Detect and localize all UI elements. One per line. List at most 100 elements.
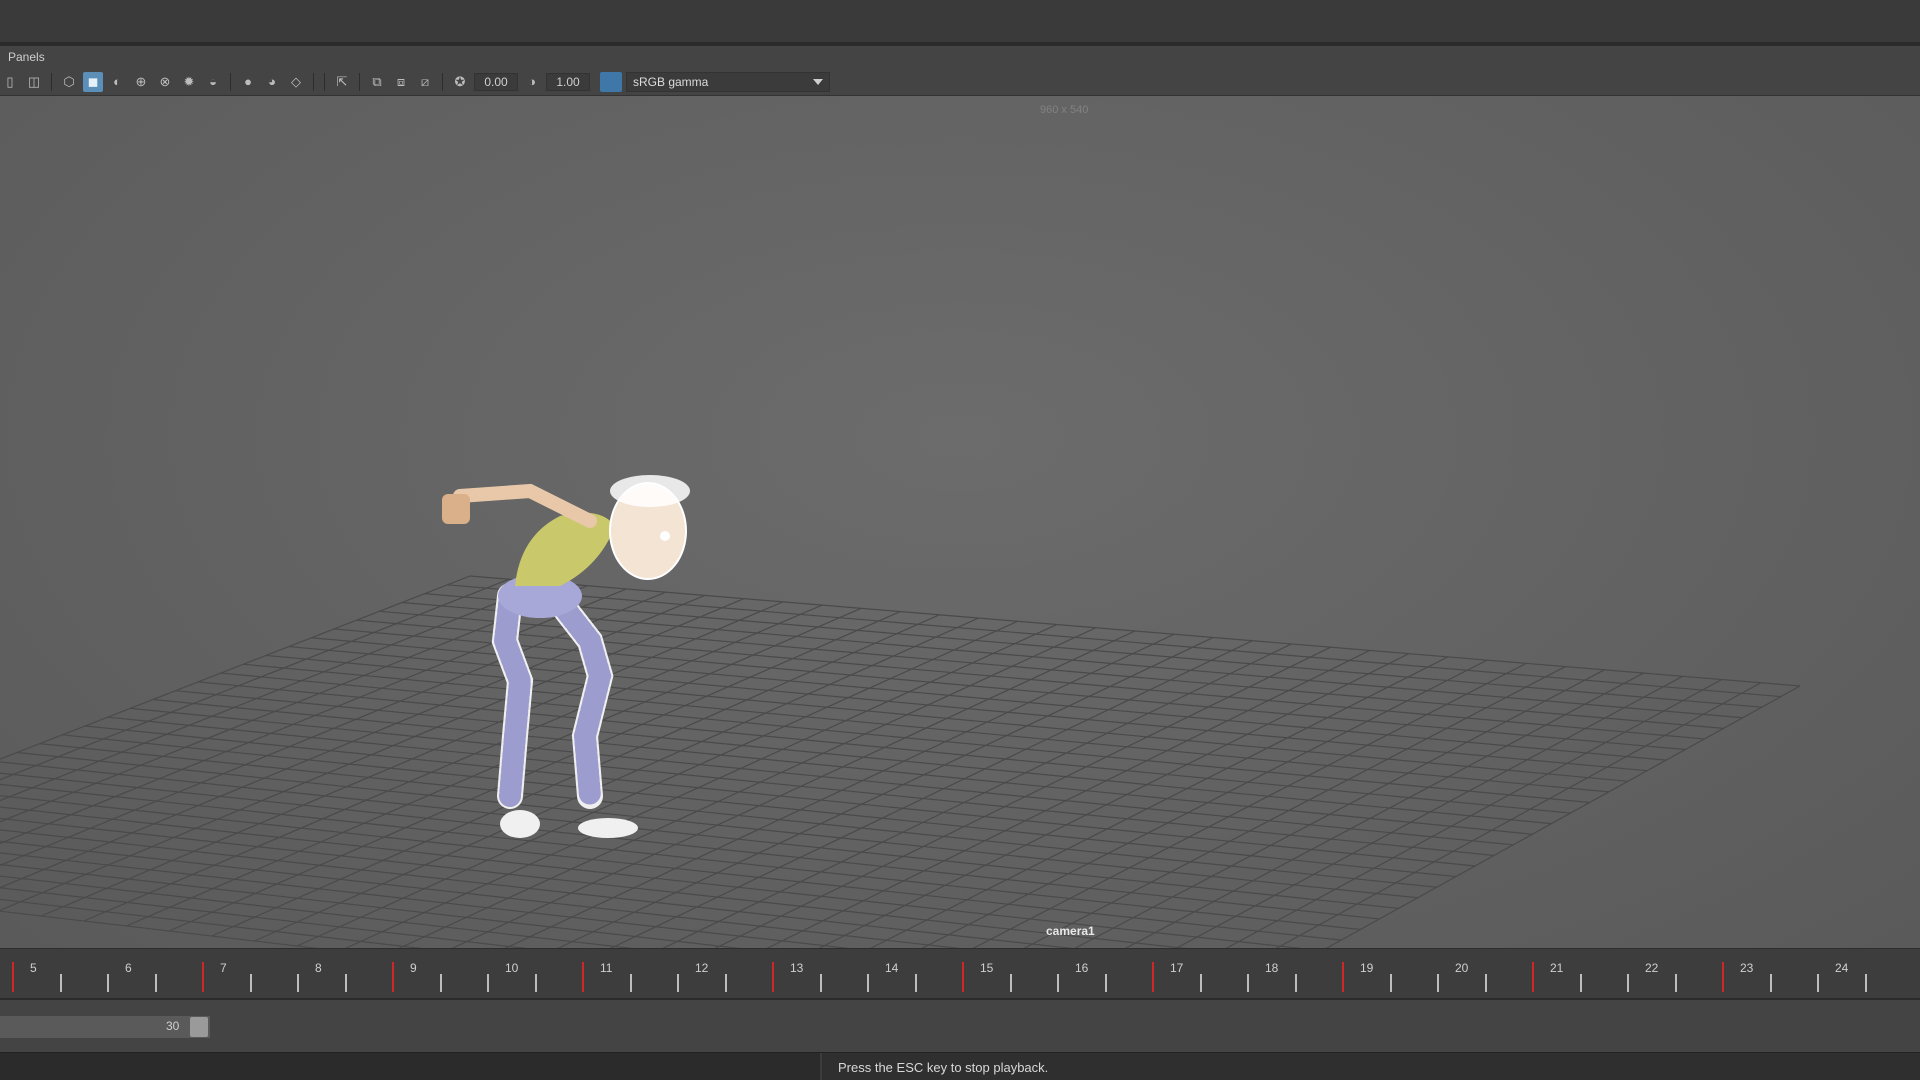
grid-line (662, 643, 1292, 948)
exposure-field[interactable]: 0.00 (474, 72, 518, 91)
timeline-frame-number: 6 (125, 961, 132, 975)
exposure-icon[interactable]: ✪ (450, 72, 470, 92)
toolbar-separator (51, 72, 52, 91)
wireframe-on-shaded-icon[interactable]: ⊕ (131, 72, 151, 92)
timeline-tick (1104, 974, 1107, 992)
camera-name-label: camera1 (1046, 924, 1095, 938)
timeline-tick (59, 974, 62, 992)
keyframe-marker[interactable] (1342, 962, 1344, 992)
character-torso (515, 512, 615, 586)
color-management-select[interactable]: sRGB gamma (626, 71, 830, 92)
keyframe-marker[interactable] (772, 962, 774, 992)
keyframe-marker[interactable] (392, 962, 394, 992)
grid-line (0, 863, 742, 948)
timeline-tick (344, 974, 347, 992)
timeline-tick (1437, 974, 1439, 992)
grid-line (609, 640, 1253, 948)
range-end-value: 30 (166, 1019, 180, 1033)
maya-viewport-window: Panels ▯ ◫ ⬡ ◼ ◐ ⊕ ⊗ ✹ ◒ ● ◕ ◇ ⇱ ⧉ ⧈ ⧄ ✪… (0, 0, 1920, 1080)
timeline-frame-number: 8 (315, 961, 322, 975)
keyframe-marker[interactable] (1722, 962, 1724, 992)
timeline-frame-number: 22 (1645, 961, 1659, 975)
toolbar-separator (359, 72, 360, 91)
3d-viewport[interactable]: 960 x 540 camera1 (0, 96, 1920, 948)
keyframe-marker[interactable] (962, 962, 964, 992)
keyframe-marker[interactable] (202, 962, 204, 992)
timeline-frame-number: 23 (1740, 961, 1754, 975)
timeline-tick (297, 974, 299, 992)
isolate-icon[interactable]: ⧉ (367, 72, 387, 92)
range-slider-handle[interactable] (190, 1017, 208, 1037)
time-slider[interactable]: 5 6 7 8 9 10 11 12 13 14 15 16 17 18 19 20 21 22 23 24 (0, 948, 1920, 998)
grid-line (766, 649, 1370, 948)
keyframe-marker[interactable] (12, 962, 14, 992)
timeline-tick (534, 974, 537, 992)
timeline-tick (819, 974, 822, 992)
timeline-tick (107, 974, 109, 992)
grid-line (16, 751, 1418, 899)
timeline-tick (867, 974, 869, 992)
ambient-occlusion-icon[interactable]: ● (238, 72, 258, 92)
grid-line (39, 743, 1437, 888)
select-camera-icon[interactable]: ⇱ (332, 72, 352, 92)
character-hair (610, 475, 690, 507)
timeline-tick (1627, 974, 1629, 992)
shadows-icon[interactable]: ◒ (203, 72, 223, 92)
timeline-frame-number: 17 (1170, 961, 1184, 975)
keyframe-marker[interactable] (1152, 962, 1154, 992)
color-management-toggle[interactable] (600, 71, 622, 92)
grid-line (0, 578, 510, 781)
timeline-tick (914, 974, 917, 992)
single-view-icon[interactable]: ▯ (0, 72, 20, 92)
grid-line (504, 633, 1175, 948)
timeline-frame-number: 13 (790, 961, 804, 975)
ground-grid (0, 575, 1801, 948)
shade-lighting-icon[interactable]: ◐ (107, 72, 127, 92)
timeline-tick (1199, 974, 1202, 992)
character-foot-right (578, 818, 638, 838)
panel-menubar: Panels (0, 46, 1920, 68)
grid-line (869, 656, 1449, 948)
timeline-tick (1674, 974, 1677, 992)
timeline-tick (439, 974, 442, 992)
gamma-field[interactable]: 1.00 (546, 72, 590, 91)
smooth-shade-icon[interactable]: ◼ (83, 71, 103, 92)
timeline-tick (1247, 974, 1249, 992)
timeline-tick (1769, 974, 1772, 992)
toolbar-separator (313, 72, 314, 91)
antialiasing-icon[interactable]: ◇ (286, 72, 306, 92)
timeline-tick (1817, 974, 1819, 992)
command-line[interactable] (0, 1053, 822, 1080)
lights-icon[interactable]: ✹ (179, 72, 199, 92)
layout-icon[interactable]: ◫ (24, 72, 44, 92)
timeline-tick (1484, 974, 1487, 992)
help-line: Press the ESC key to stop playback. (0, 1052, 1920, 1080)
timeline-tick (677, 974, 679, 992)
panel-toolbar: ▯ ◫ ⬡ ◼ ◐ ⊕ ⊗ ✹ ◒ ● ◕ ◇ ⇱ ⧉ ⧈ ⧄ ✪ 0.00 ◑… (0, 68, 1920, 96)
timeline-tick (629, 974, 632, 992)
top-strip (0, 0, 1920, 44)
timeline-frame-number: 18 (1265, 961, 1279, 975)
motion-blur-icon[interactable]: ◕ (262, 72, 282, 92)
gamma-icon[interactable]: ◑ (522, 72, 542, 92)
timeline-tick (1579, 974, 1582, 992)
grid-line (0, 761, 1399, 909)
wireframe-icon[interactable]: ⬡ (59, 72, 79, 92)
panels-menu[interactable]: Panels (8, 50, 45, 64)
timeline-frame-number: 19 (1360, 961, 1374, 975)
keyframe-marker[interactable] (582, 962, 584, 992)
keyframe-marker[interactable] (1532, 962, 1534, 992)
timeline-tick (1057, 974, 1059, 992)
timeline-tick (154, 974, 157, 992)
frame-selection-icon[interactable]: ⧄ (415, 72, 435, 92)
color-management-value: sRGB gamma (633, 74, 709, 89)
chevron-down-icon (813, 78, 823, 85)
timeline-frame-number: 10 (505, 961, 519, 975)
timeline-frame-number: 14 (885, 961, 899, 975)
timeline-frame-number: 9 (410, 961, 417, 975)
timeline-frame-number: 11 (600, 961, 613, 975)
timeline-tick (249, 974, 252, 992)
xray-icon[interactable]: ⊗ (155, 72, 175, 92)
frame-all-icon[interactable]: ⧈ (391, 72, 411, 92)
character-eye (660, 531, 670, 541)
